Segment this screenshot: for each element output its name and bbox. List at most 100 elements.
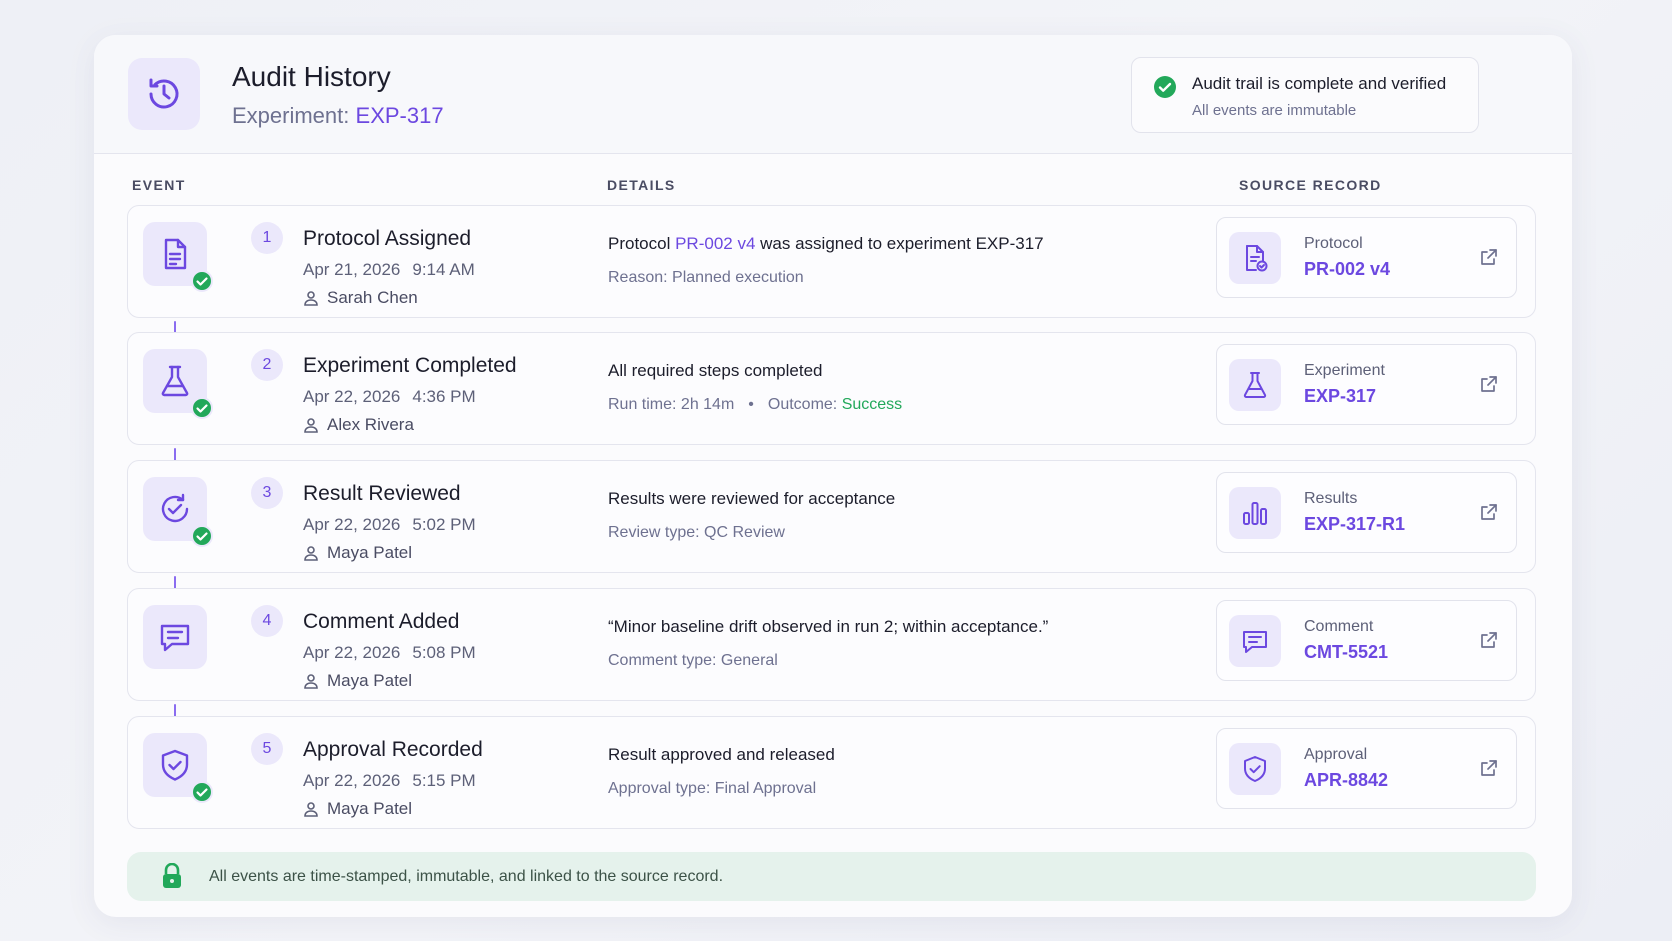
event-detail: Results were reviewed for acceptance — [608, 489, 896, 508]
check-circle-icon — [1154, 76, 1176, 98]
user-icon — [304, 674, 318, 689]
separator-dot: • — [748, 396, 754, 413]
card-header: Audit History Experiment: EXP-317 Audit … — [94, 35, 1572, 154]
user-icon — [304, 291, 318, 306]
verification-subtitle: All events are immutable — [1192, 102, 1357, 119]
event-time: 5:08 PM — [412, 643, 476, 662]
column-header-source: SOURCE RECORD — [1239, 177, 1382, 193]
event-timestamp: Apr 22, 2026 5:02 PM — [303, 515, 476, 535]
user-icon — [304, 802, 318, 817]
event-timestamp: Apr 22, 2026 5:15 PM — [303, 771, 476, 791]
event-detail: All required steps completed — [608, 361, 823, 380]
verified-badge-icon — [191, 270, 213, 292]
event-row: 4 Comment Added Apr 22, 2026 5:08 PM Maya… — [127, 588, 1536, 701]
external-link-icon[interactable] — [1480, 248, 1498, 266]
event-subdetail: Review type: QC Review — [608, 524, 785, 541]
document-icon — [143, 222, 213, 292]
flask-icon — [143, 349, 213, 419]
detail-protocol-link[interactable]: PR-002 v4 — [675, 234, 755, 253]
event-user: Maya Patel — [303, 671, 412, 691]
event-row: 2 Experiment Completed Apr 22, 2026 4:36 … — [127, 332, 1536, 445]
event-title: Approval Recorded — [303, 738, 483, 761]
source-record-card[interactable]: Protocol PR-002 v4 — [1216, 217, 1517, 298]
detail-text: Protocol — [608, 234, 676, 253]
source-type: Results — [1304, 490, 1358, 507]
column-header-event: EVENT — [132, 177, 186, 193]
run-time: Run time: 2h 14m — [608, 396, 735, 413]
source-record-card[interactable]: Experiment EXP-317 — [1216, 344, 1517, 425]
event-number: 5 — [251, 733, 283, 765]
user-icon — [304, 546, 318, 561]
event-date: Apr 22, 2026 — [303, 643, 401, 662]
event-row: 1 Protocol Assigned Apr 21, 2026 9:14 AM … — [127, 205, 1536, 318]
event-time: 9:14 AM — [412, 260, 475, 279]
outcome-value: Success — [841, 396, 903, 413]
event-number: 4 — [251, 605, 283, 637]
verified-badge-icon — [191, 525, 213, 547]
event-detail: “Minor baseline drift observed in run 2;… — [608, 617, 1049, 636]
event-date: Apr 22, 2026 — [303, 387, 401, 406]
external-link-icon[interactable] — [1480, 503, 1498, 521]
column-header-details: DETAILS — [607, 177, 676, 193]
external-link-icon[interactable] — [1480, 759, 1498, 777]
source-record-card[interactable]: Comment CMT-5521 — [1216, 600, 1517, 681]
event-time: 5:02 PM — [412, 515, 476, 534]
event-timestamp: Apr 21, 2026 9:14 AM — [303, 260, 475, 280]
event-subdetail: Run time: 2h 14m • Outcome: Success — [608, 396, 902, 414]
event-subdetail: Comment type: General — [608, 652, 778, 669]
shield-check-icon — [143, 733, 213, 803]
event-subdetail: Reason: Planned execution — [608, 269, 804, 286]
document-check-icon — [1229, 232, 1281, 284]
source-id-link[interactable]: CMT-5521 — [1304, 642, 1388, 663]
shield-check-icon — [1229, 743, 1281, 795]
page-title: Audit History — [232, 61, 391, 92]
event-number: 2 — [251, 349, 283, 381]
verification-title: Audit trail is complete and verified — [1192, 74, 1447, 93]
event-time: 4:36 PM — [412, 387, 476, 406]
source-id-link[interactable]: APR-8842 — [1304, 770, 1388, 791]
bar-chart-icon — [1229, 487, 1281, 539]
event-date: Apr 22, 2026 — [303, 771, 401, 790]
event-user-name: Maya Patel — [327, 543, 413, 562]
event-timestamp: Apr 22, 2026 5:08 PM — [303, 643, 476, 663]
event-user-name: Maya Patel — [327, 799, 413, 818]
event-user: Alex Rivera — [303, 415, 414, 435]
event-time: 5:15 PM — [412, 771, 476, 790]
external-link-icon[interactable] — [1480, 375, 1498, 393]
event-title: Protocol Assigned — [303, 227, 472, 250]
event-detail: Result approved and released — [608, 745, 835, 764]
source-id-link[interactable]: PR-002 v4 — [1304, 259, 1390, 280]
experiment-id: EXP-317 — [355, 103, 444, 128]
source-type: Experiment — [1304, 362, 1385, 379]
event-title: Comment Added — [303, 610, 460, 633]
event-detail: Protocol PR-002 v4 was assigned to exper… — [608, 234, 1044, 254]
event-user: Maya Patel — [303, 543, 412, 563]
page-subtitle: Experiment: EXP-317 — [232, 103, 444, 129]
source-id-link[interactable]: EXP-317-R1 — [1304, 514, 1405, 535]
source-record-card[interactable]: Results EXP-317-R1 — [1216, 472, 1517, 553]
event-row: 5 Approval Recorded Apr 22, 2026 5:15 PM … — [127, 716, 1536, 829]
event-user: Maya Patel — [303, 799, 412, 819]
event-timestamp: Apr 22, 2026 4:36 PM — [303, 387, 476, 407]
event-title: Result Reviewed — [303, 482, 461, 505]
source-record-card[interactable]: Approval APR-8842 — [1216, 728, 1517, 809]
comment-icon — [143, 605, 207, 669]
event-date: Apr 22, 2026 — [303, 515, 401, 534]
audit-history-card: Audit History Experiment: EXP-317 Audit … — [94, 35, 1572, 917]
event-user: Sarah Chen — [303, 288, 418, 308]
verified-badge-icon — [191, 397, 213, 419]
experiment-label: Experiment: — [232, 103, 350, 128]
external-link-icon[interactable] — [1480, 631, 1498, 649]
source-id-link[interactable]: EXP-317 — [1304, 386, 1376, 407]
verified-badge-icon — [191, 781, 213, 803]
source-type: Comment — [1304, 618, 1374, 635]
user-icon — [304, 418, 318, 433]
detail-text-post: was assigned to experiment EXP-317 — [755, 234, 1044, 253]
event-title: Experiment Completed — [303, 354, 517, 377]
event-user-name: Sarah Chen — [327, 288, 418, 307]
flask-icon — [1229, 359, 1281, 411]
comment-icon — [1229, 615, 1281, 667]
verification-banner: Audit trail is complete and verified All… — [1131, 57, 1479, 133]
history-icon — [128, 58, 200, 130]
source-type: Protocol — [1304, 235, 1363, 252]
